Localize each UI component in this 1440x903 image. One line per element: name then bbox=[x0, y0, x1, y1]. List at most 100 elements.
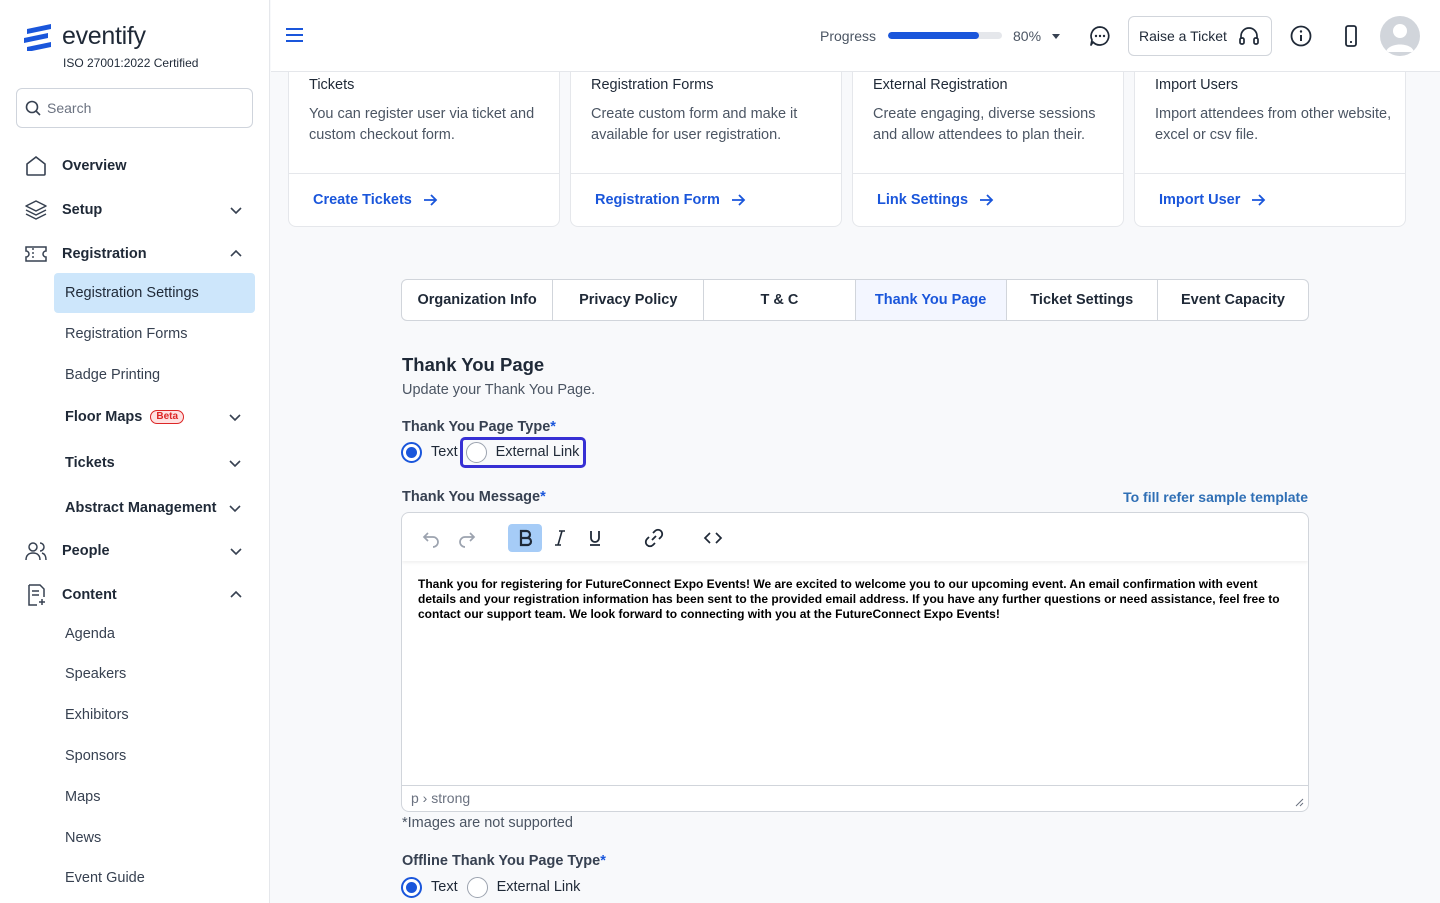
hamburger-menu-icon[interactable] bbox=[286, 27, 304, 43]
resize-handle-icon[interactable] bbox=[1294, 797, 1304, 807]
chevron-down-icon[interactable] bbox=[227, 409, 243, 425]
radio-external-link-label: External Link bbox=[495, 444, 580, 460]
link-label: Import User bbox=[1159, 192, 1241, 208]
link-label: Create Tickets bbox=[313, 192, 412, 208]
chevron-up-icon[interactable] bbox=[228, 246, 244, 262]
redo-icon bbox=[459, 532, 476, 548]
caret-down-icon[interactable] bbox=[1051, 31, 1061, 41]
brand-logo[interactable]: eventify bbox=[24, 22, 146, 51]
search-icon bbox=[25, 100, 41, 116]
card-title: Registration Forms bbox=[591, 77, 714, 93]
card-description: Create engaging, diverse sessions and al… bbox=[873, 106, 1096, 143]
sidebar-item-agenda[interactable]: Agenda bbox=[54, 614, 255, 654]
radio-external-link[interactable] bbox=[465, 441, 487, 463]
italic-button[interactable] bbox=[543, 524, 577, 552]
arrow-right-icon bbox=[423, 194, 438, 206]
offline-radio-external-link[interactable] bbox=[466, 876, 488, 898]
radio-text[interactable] bbox=[401, 441, 422, 463]
eventify-logo-icon bbox=[24, 23, 51, 51]
required-mark: * bbox=[540, 489, 546, 505]
beta-badge: Beta bbox=[150, 410, 185, 424]
card-divider bbox=[1135, 173, 1405, 174]
link-button[interactable] bbox=[637, 524, 671, 552]
sidebar-item-event-guide[interactable]: Event Guide bbox=[54, 858, 255, 898]
chevron-down-icon[interactable] bbox=[228, 543, 244, 559]
radio-external-link-focused[interactable]: External Link bbox=[459, 436, 587, 468]
sidebar-item-label: Floor Maps bbox=[65, 409, 143, 425]
sidebar-item-label: Overview bbox=[62, 158, 127, 174]
registration-form-link[interactable]: Registration Form bbox=[595, 192, 746, 208]
redo-button[interactable] bbox=[450, 524, 484, 552]
arrow-right-icon bbox=[731, 194, 746, 206]
chevron-down-icon[interactable] bbox=[227, 455, 243, 471]
card-divider bbox=[853, 173, 1123, 174]
label-text: Offline Thank You Page Type bbox=[402, 853, 601, 869]
chevron-up-icon[interactable] bbox=[228, 587, 244, 603]
sidebar-item-registration[interactable]: Registration bbox=[24, 240, 244, 268]
chevron-down-icon[interactable] bbox=[228, 202, 244, 218]
sidebar-item-setup[interactable]: Setup bbox=[24, 196, 244, 224]
search-input[interactable]: Search bbox=[16, 88, 253, 128]
sidebar-item-news[interactable]: News bbox=[54, 818, 255, 858]
card-title: External Registration bbox=[873, 77, 1008, 93]
sidebar-item-label: Setup bbox=[62, 202, 103, 218]
chevron-down-icon[interactable] bbox=[227, 500, 243, 516]
user-avatar-icon bbox=[1386, 24, 1414, 52]
avatar[interactable] bbox=[1380, 16, 1420, 56]
raise-ticket-button[interactable]: Raise a Ticket bbox=[1128, 16, 1272, 56]
sidebar-item-registration-forms[interactable]: Registration Forms bbox=[54, 314, 255, 354]
link-label: Registration Form bbox=[595, 192, 720, 208]
card-external-registration: External Registration Create engaging, d… bbox=[852, 60, 1124, 227]
chat-icon[interactable] bbox=[1088, 24, 1112, 48]
sidebar-item-badge-printing[interactable]: Badge Printing bbox=[54, 355, 255, 395]
sidebar-item-floor-maps[interactable]: Floor Maps Beta bbox=[54, 397, 255, 437]
tab-terms-conditions[interactable]: T & C bbox=[704, 280, 856, 320]
sidebar-item-exhibitors[interactable]: Exhibitors bbox=[54, 695, 255, 735]
sidebar-item-abstract-management[interactable]: Abstract Management bbox=[54, 488, 255, 528]
tab-thank-you-page[interactable]: Thank You Page bbox=[855, 280, 1007, 320]
progress-percent: 80% bbox=[1013, 28, 1042, 44]
create-tickets-link[interactable]: Create Tickets bbox=[313, 192, 438, 208]
sample-template-link[interactable]: To fill refer sample template bbox=[1123, 489, 1308, 505]
sidebar-item-label: Content bbox=[62, 587, 117, 603]
people-icon bbox=[25, 542, 47, 561]
sidebar-item-registration-settings[interactable]: Registration Settings bbox=[54, 273, 255, 313]
source-code-button[interactable] bbox=[696, 524, 730, 552]
headset-icon bbox=[1239, 27, 1259, 45]
sidebar-item-overview[interactable]: Overview bbox=[24, 152, 244, 180]
undo-button[interactable] bbox=[414, 524, 448, 552]
tab-organization-info[interactable]: Organization Info bbox=[402, 280, 554, 320]
card-divider bbox=[289, 173, 559, 174]
tab-privacy-policy[interactable]: Privacy Policy bbox=[553, 280, 705, 320]
sidebar-item-label: People bbox=[62, 543, 110, 559]
card-import-users: Import Users Import attendees from other… bbox=[1134, 60, 1406, 227]
link-settings-link[interactable]: Link Settings bbox=[877, 192, 994, 208]
sidebar-item-speakers[interactable]: Speakers bbox=[54, 654, 255, 694]
bold-button[interactable] bbox=[508, 524, 542, 552]
card-description: Import attendees from other website, exc… bbox=[1155, 106, 1392, 143]
thank-you-message-content[interactable]: Thank you for registering for FutureConn… bbox=[418, 577, 1294, 622]
thank-you-type-radios: Text External Link bbox=[401, 436, 587, 468]
sidebar-item-label: Tickets bbox=[65, 455, 115, 471]
underline-button[interactable] bbox=[578, 524, 612, 552]
sidebar-item-people[interactable]: People bbox=[24, 537, 244, 565]
sidebar-item-sponsors[interactable]: Sponsors bbox=[54, 736, 255, 776]
sidebar-item-tickets[interactable]: Tickets bbox=[54, 443, 255, 483]
sidebar-item-label: Abstract Management bbox=[65, 500, 217, 516]
mobile-icon[interactable] bbox=[1339, 24, 1363, 48]
code-icon bbox=[703, 532, 723, 544]
import-user-link[interactable]: Import User bbox=[1159, 192, 1266, 208]
tab-ticket-settings[interactable]: Ticket Settings bbox=[1007, 280, 1158, 320]
sidebar-item-maps[interactable]: Maps bbox=[54, 777, 255, 817]
raise-ticket-label: Raise a Ticket bbox=[1139, 28, 1227, 44]
card-description: Create custom form and make it available… bbox=[591, 106, 798, 143]
tab-event-capacity[interactable]: Event Capacity bbox=[1158, 280, 1308, 320]
offline-type-label: Offline Thank You Page Type* bbox=[402, 853, 606, 869]
search-placeholder: Search bbox=[47, 100, 92, 116]
sidebar: eventify ISO 27001:2022 Certified Search… bbox=[0, 0, 270, 903]
editor-toolbar bbox=[402, 513, 1308, 561]
sidebar-item-content[interactable]: Content bbox=[24, 581, 244, 609]
offline-radio-text[interactable] bbox=[401, 876, 422, 898]
info-icon[interactable] bbox=[1289, 24, 1313, 48]
section-title: Thank You Page bbox=[402, 354, 545, 375]
